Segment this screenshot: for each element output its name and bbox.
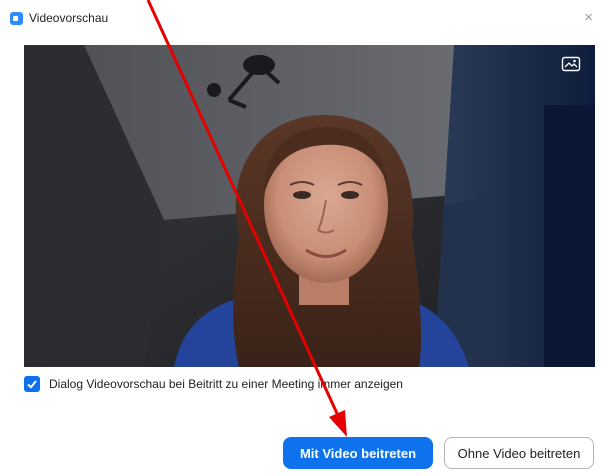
checkmark-icon (27, 380, 37, 389)
close-icon[interactable]: × (584, 9, 593, 26)
window-edge-marks (0, 0, 4, 476)
always-show-preview-checkbox[interactable] (24, 376, 40, 392)
title-bar: Videovorschau × (0, 0, 605, 36)
fullscreen-icon[interactable] (561, 55, 581, 73)
join-without-video-button[interactable]: Ohne Video beitreten (444, 437, 594, 469)
zoom-app-icon (10, 12, 23, 25)
join-with-video-button[interactable]: Mit Video beitreten (283, 437, 433, 469)
window-title: Videovorschau (29, 11, 109, 25)
video-preview-dialog: Videovorschau × Dialog Videovorschau bei… (0, 0, 605, 476)
video-preview (24, 45, 595, 367)
camera-feed-image (24, 45, 595, 367)
always-show-preview-label: Dialog Videovorschau bei Beitritt zu ein… (49, 377, 403, 391)
